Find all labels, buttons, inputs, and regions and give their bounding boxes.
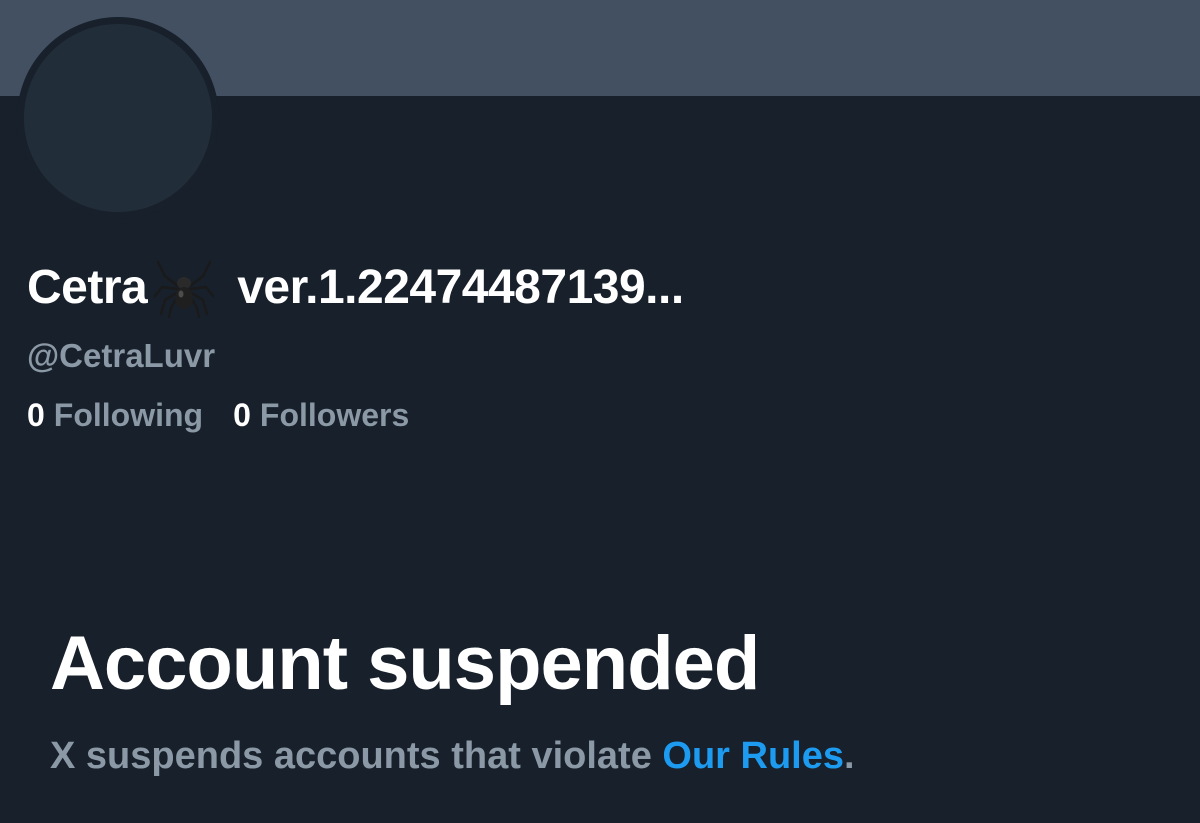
display-name-text: Cetra [27,260,148,314]
following-link[interactable]: 0 Following [27,397,203,434]
following-label: Following [53,397,204,433]
suspended-message: X suspends accounts that violate Our Rul… [50,735,855,778]
suspended-message-period: . [844,735,855,777]
follow-stats: 0 Following 0 Followers [27,397,409,434]
followers-count: 0 [233,397,251,433]
our-rules-link[interactable]: Our Rules [662,735,844,777]
avatar[interactable] [17,17,219,219]
display-name: Cetra ver.1.22474487139... [27,252,684,322]
spider-icon [154,260,215,318]
suspended-message-text: X suspends accounts that violate [50,735,663,777]
suspended-title: Account suspended [50,621,760,706]
following-count: 0 [27,397,45,433]
followers-label: Followers [259,397,410,433]
display-name-suffix: ver.1.22474487139... [237,260,684,314]
username-handle: @CetraLuvr [27,337,216,374]
avatar-placeholder [24,24,212,212]
followers-link[interactable]: 0 Followers [233,397,409,434]
